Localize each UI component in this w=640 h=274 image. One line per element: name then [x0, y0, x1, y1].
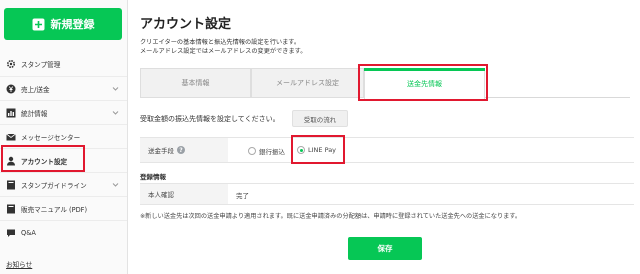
book-icon	[6, 204, 16, 214]
method-label-text: 送金手段	[148, 147, 174, 155]
page-description: クリエイターの基本情報と振込先情報の設定を行います。 メールアドレス設定ではメー…	[140, 38, 306, 56]
chat-icon	[6, 228, 16, 238]
sidebar-item-stamp-management[interactable]: スタンプ管理	[0, 52, 127, 76]
chevron-down-icon	[112, 109, 119, 116]
tab-basic-info[interactable]: 基本情報	[140, 68, 251, 98]
main-content: アカウント設定 クリエイターの基本情報と振込先情報の設定を行います。 メールアド…	[140, 0, 636, 274]
new-registration-button[interactable]: 新規登録	[4, 8, 122, 40]
page-title: アカウント設定	[140, 17, 232, 32]
bar-chart-icon	[6, 108, 16, 118]
edit-plus-icon	[32, 18, 45, 31]
registration-info-heading: 登録情報	[140, 173, 166, 181]
highlight-box-line-pay	[291, 135, 345, 164]
chevron-down-icon	[112, 85, 119, 92]
chevron-down-icon	[112, 181, 119, 188]
description-line: メールアドレス設定ではメールアドレスの変更ができます。	[140, 48, 307, 55]
remittance-method-label: 送金手段 ?	[140, 138, 228, 162]
sidebar-item-label: 販売マニュアル (PDF)	[21, 205, 88, 214]
sidebar-item-sales-manual[interactable]: 販売マニュアル (PDF)	[0, 196, 127, 220]
sidebar-item-sales[interactable]: 売上/送金	[0, 76, 127, 100]
sidebar-item-label: メッセージセンター	[21, 133, 81, 142]
sidebar-item-label: 売上/送金	[21, 85, 50, 94]
notice-link[interactable]: お知らせ	[6, 259, 32, 269]
radio-bank-transfer[interactable]: 銀行振込	[248, 146, 285, 156]
sidebar-item-statistics[interactable]: 統計情報	[0, 100, 127, 124]
sidebar-item-label: スタンプ管理	[21, 61, 61, 69]
tab-email-settings[interactable]: メールアドレス設定	[251, 68, 364, 98]
receipt-flow-button[interactable]: 受取の流れ	[292, 110, 348, 127]
sidebar-item-label: 統計情報	[21, 109, 48, 118]
sidebar: 新規登録 スタンプ管理 売上/送金 統計情報 メッセージセンター アカウント設定…	[0, 0, 128, 274]
new-registration-label: 新規登録	[50, 18, 95, 31]
sidebar-item-stamp-guideline[interactable]: スタンプガイドライン	[0, 172, 127, 196]
identity-verification-value: 完了	[236, 192, 249, 200]
remittance-method-row: 送金手段 ? 銀行振込 LINE Pay	[140, 137, 634, 163]
description-line: クリエイターの基本情報と振込先情報の設定を行います。	[140, 39, 301, 46]
instruction-text: 受取金額の振込先情報を設定してください。	[140, 115, 280, 123]
highlight-box-remittance-tab	[358, 64, 488, 101]
sidebar-item-qa[interactable]: Q&A	[0, 220, 127, 244]
gear-icon	[6, 59, 16, 69]
identity-verification-row: 本人確認 完了	[140, 183, 634, 205]
mail-icon	[6, 132, 16, 142]
highlight-box-account-settings	[1, 145, 85, 172]
sidebar-item-label: スタンプガイドライン	[21, 181, 87, 190]
save-button[interactable]: 保存	[348, 237, 422, 260]
sidebar-item-label: Q&A	[21, 228, 36, 237]
help-icon[interactable]: ?	[177, 146, 185, 154]
radio-label: 銀行振込	[259, 148, 285, 156]
identity-verification-label: 本人確認	[140, 184, 228, 204]
radio-button[interactable]	[248, 147, 256, 155]
footnote: ※新しい送金先は次回の送金申請より適用されます。既に送金申請済みの分配額は、申請…	[140, 213, 522, 220]
yen-icon	[6, 84, 16, 94]
book-icon	[6, 180, 16, 190]
